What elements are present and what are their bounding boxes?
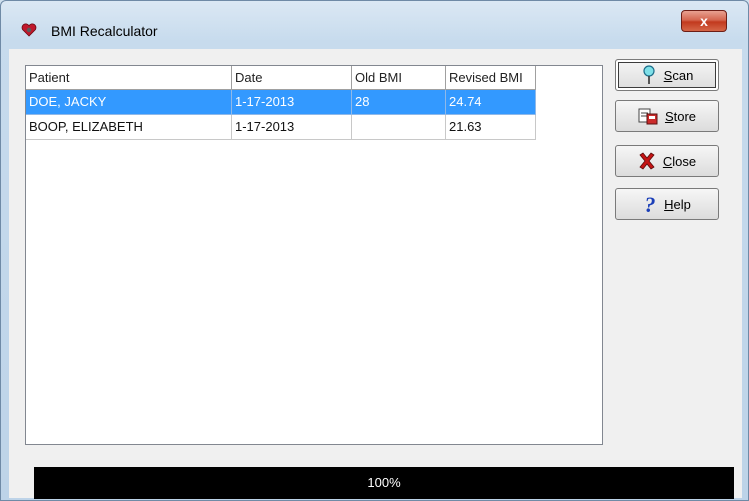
window-title: BMI Recalculator — [51, 23, 158, 39]
cell-date: 1-17-2013 — [232, 90, 352, 115]
scan-button[interactable]: Scan — [615, 59, 719, 91]
cell-date: 1-17-2013 — [232, 115, 352, 140]
svg-text:?: ? — [645, 193, 656, 215]
help-accel: H — [664, 196, 674, 212]
close-accel: C — [662, 153, 673, 169]
cell-revised-bmi: 24.74 — [446, 90, 536, 115]
app-window: BMI Recalculator x Patient Date Old BMI … — [0, 0, 749, 501]
store-button[interactable]: Store — [615, 100, 719, 132]
question-icon: ? — [645, 193, 656, 215]
cell-patient: DOE, JACKY — [26, 90, 232, 115]
cell-patient: BOOP, ELIZABETH — [26, 115, 232, 140]
table-header: Patient Date Old BMI Revised BMI — [26, 66, 536, 90]
cell-old-bmi: 28 — [352, 90, 446, 115]
store-icon — [638, 108, 658, 125]
cell-old-bmi — [352, 115, 446, 140]
close-label: lose — [672, 153, 697, 169]
store-label: tore — [673, 108, 697, 124]
store-accel: S — [664, 108, 674, 124]
title-bar[interactable]: BMI Recalculator x — [1, 1, 748, 39]
column-header-old-bmi[interactable]: Old BMI — [352, 66, 446, 90]
table-row[interactable]: BOOP, ELIZABETH 1-17-2013 21.63 — [26, 115, 536, 140]
pin-icon — [643, 65, 655, 84]
column-header-patient[interactable]: Patient — [26, 66, 232, 90]
scan-label: can — [672, 67, 694, 83]
progress-label: 100% — [367, 475, 401, 490]
table-row[interactable]: DOE, JACKY 1-17-2013 28 24.74 — [26, 90, 536, 115]
column-header-date[interactable]: Date — [232, 66, 352, 90]
app-heart-icon — [21, 23, 37, 37]
column-header-revised-bmi[interactable]: Revised BMI — [446, 66, 536, 90]
client-area: Patient Date Old BMI Revised BMI DOE, JA… — [9, 49, 742, 499]
window-close-button[interactable]: x — [681, 10, 727, 32]
help-button[interactable]: ? Help — [615, 188, 719, 220]
close-icon: x — [700, 13, 708, 29]
close-button[interactable]: Close — [615, 145, 719, 177]
progress-bar: 100% — [34, 467, 734, 499]
help-label: elp — [673, 196, 691, 212]
patient-table[interactable]: Patient Date Old BMI Revised BMI DOE, JA… — [25, 65, 603, 445]
red-x-icon — [639, 152, 655, 170]
cell-revised-bmi: 21.63 — [446, 115, 536, 140]
